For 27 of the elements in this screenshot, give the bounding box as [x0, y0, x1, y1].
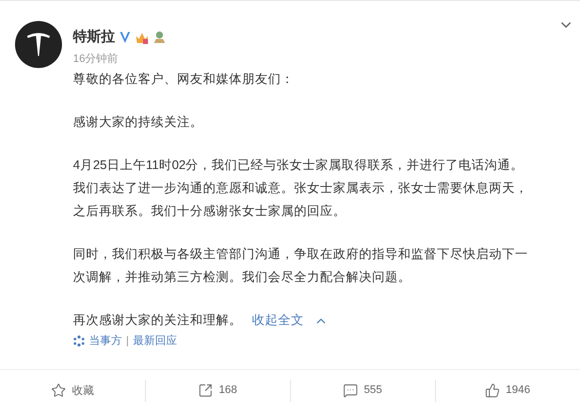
repost-button[interactable]: 168	[145, 370, 290, 410]
post-text: 感谢大家的持续关注。	[73, 114, 204, 131]
favorite-button[interactable]: 收藏	[0, 370, 145, 410]
medal-icon	[153, 30, 166, 44]
post-text: 4月25日上午11时02分，我们已经与张女士家属取得联系，并进行了电话沟通。	[73, 157, 525, 174]
separator: |	[126, 334, 129, 346]
tag-link[interactable]: 当事方	[89, 333, 122, 348]
share-icon[interactable]	[198, 382, 213, 398]
post-text: 尊敬的各位客户、网友和媒体朋友们：	[73, 71, 295, 88]
comment-button[interactable]: 555	[290, 370, 435, 410]
star-icon[interactable]	[51, 382, 66, 398]
comment-icon[interactable]	[342, 382, 358, 398]
post-time: 16分钟前	[73, 52, 120, 66]
post-text: 之后再联系。我们十分感谢张女士家属的回应。	[73, 203, 347, 220]
post-text: 同时，我们积极与各级主管部门沟通，争取在政府的指导和监督下尽快启动下一	[73, 246, 528, 263]
tag-link[interactable]: 最新回应	[132, 333, 177, 348]
sparkle-icon	[73, 334, 85, 346]
post-text: 次调解，并推动第三方检测。我们会尽全力配合解决问题。	[73, 269, 412, 286]
post-text: 我们表达了进一步沟通的意愿和诚意。张女士家属表示，张女士需要休息两天，	[73, 180, 528, 197]
verified-icon	[119, 30, 131, 44]
avatar[interactable]	[15, 21, 62, 68]
crown-icon	[135, 30, 149, 44]
thumbs-up-icon[interactable]	[484, 382, 500, 398]
collapse-link[interactable]: 收起全文	[252, 309, 304, 332]
like-button[interactable]: 1946	[435, 370, 580, 410]
post-text: 再次感谢大家的关注和理解。	[73, 312, 242, 329]
author-name[interactable]: 特斯拉	[73, 28, 115, 46]
